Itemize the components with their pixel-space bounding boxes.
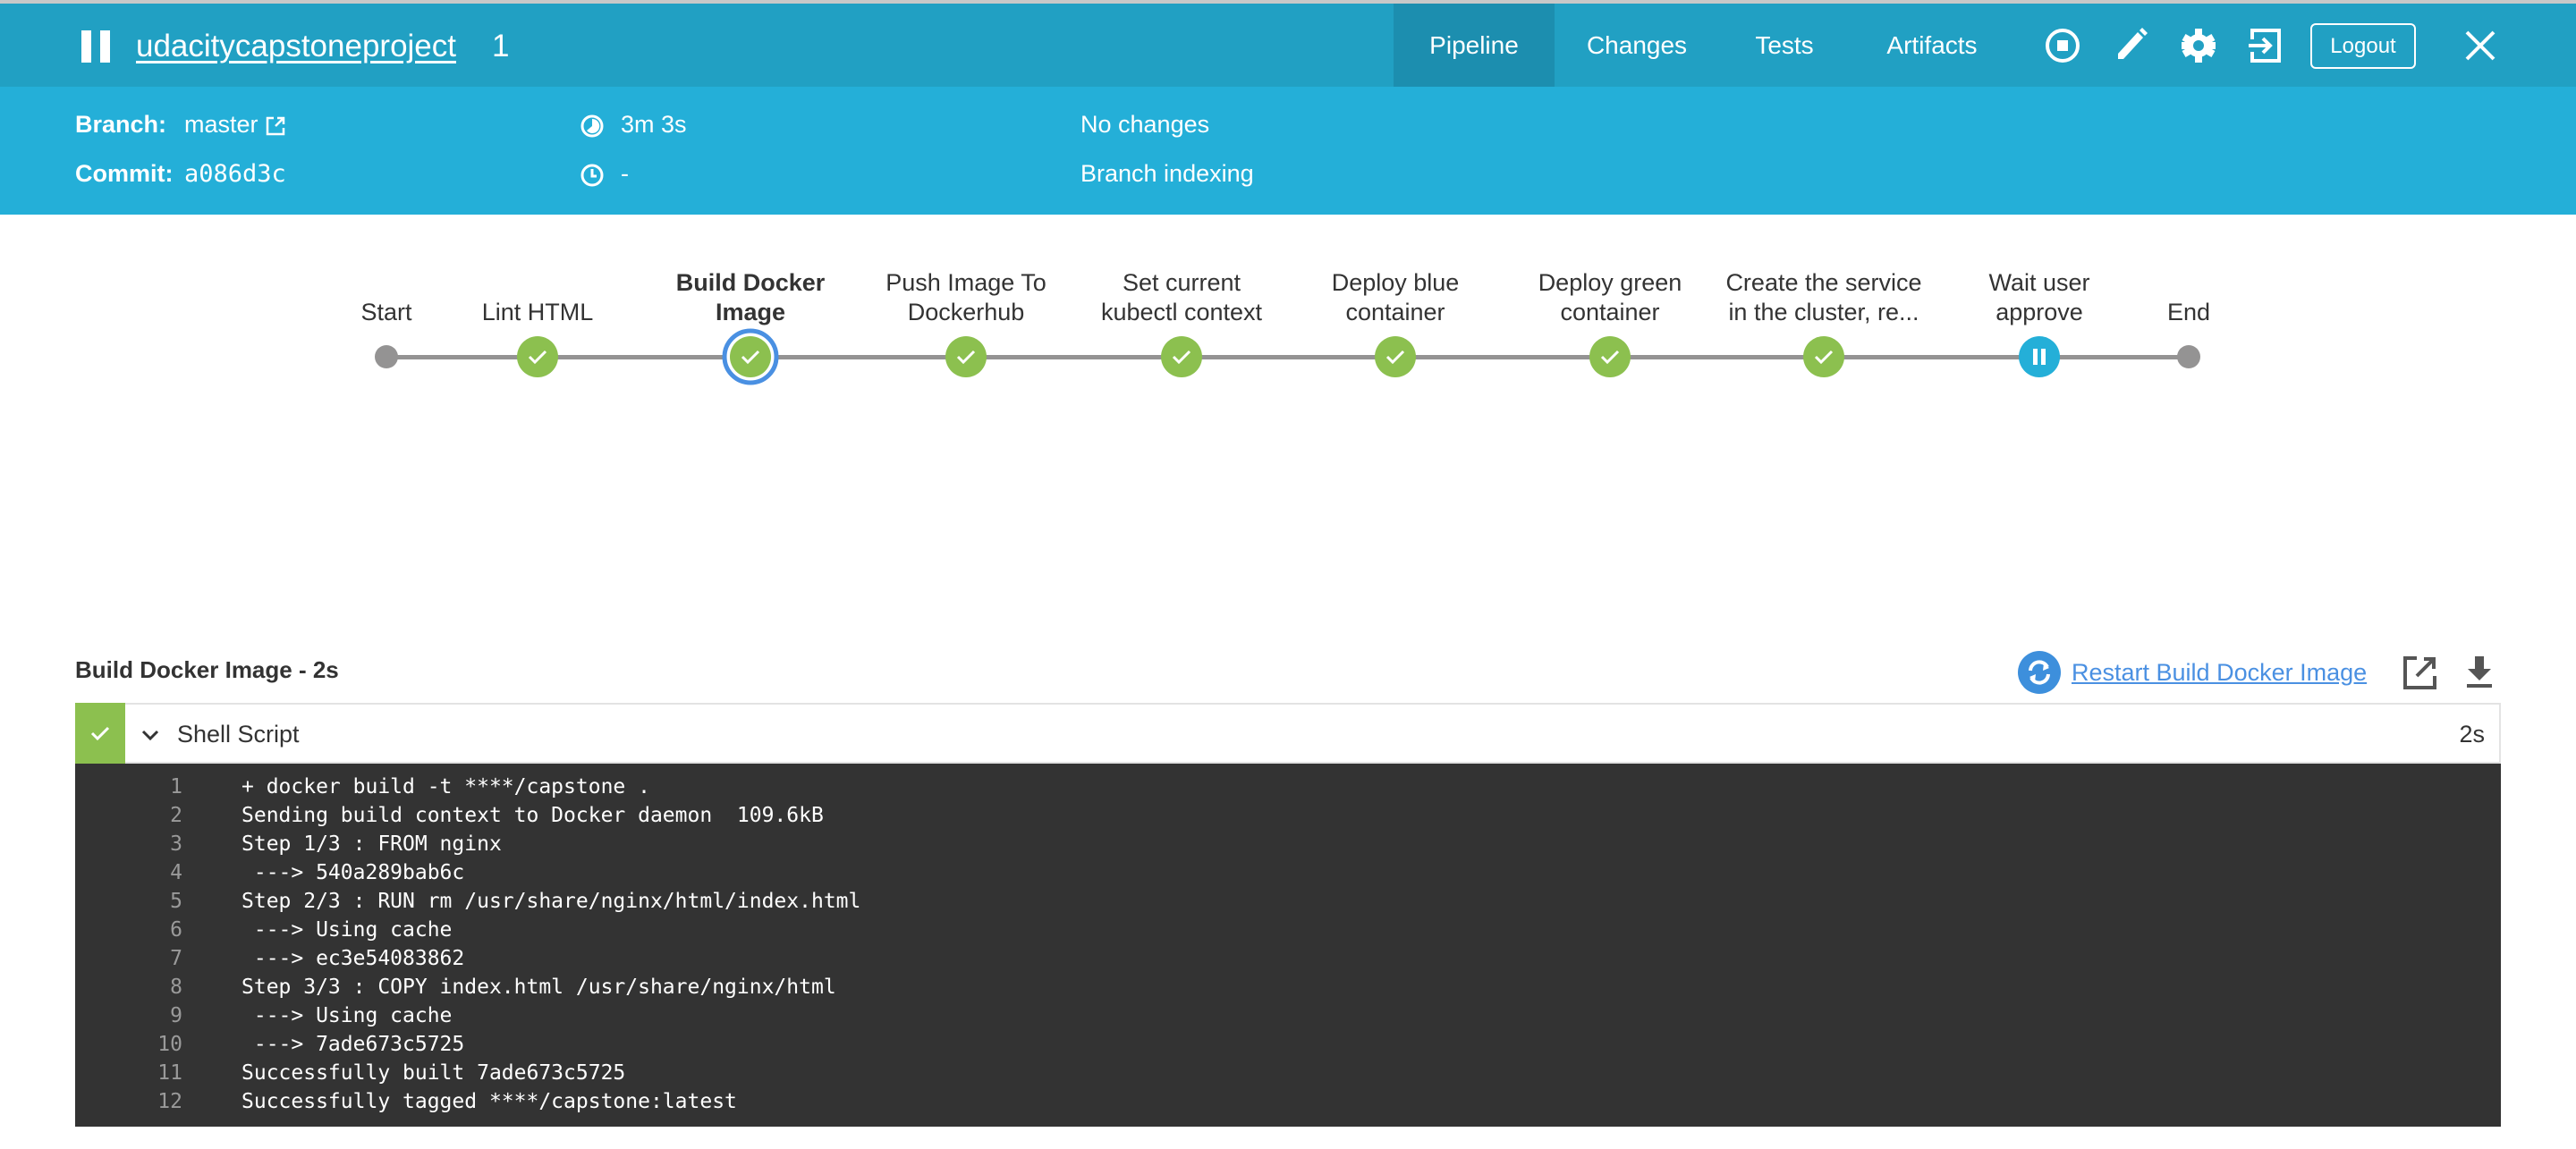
log-line-number[interactable]: 8 — [75, 973, 182, 1001]
log-line: 3 Step 1/3 : FROM nginx — [75, 830, 2501, 858]
log-line-text: Step 1/3 : FROM nginx — [242, 832, 502, 856]
log-line-text: Successfully tagged ****/capstone:latest — [242, 1090, 737, 1113]
cause-text: Branch indexing — [1080, 160, 1254, 187]
log-line-text: ---> Using cache — [242, 1004, 453, 1027]
stage-node-paused[interactable] — [2011, 328, 2068, 385]
duration-value: 3m 3s — [621, 111, 687, 138]
stage-label[interactable]: Set current kubectl context — [1065, 268, 1298, 327]
top-bar: udacitycapstoneproject 1 Pipeline Change… — [0, 0, 2576, 87]
stage-node-success[interactable] — [1795, 328, 1852, 385]
log-line-number[interactable]: 5 — [75, 887, 182, 916]
stop-icon[interactable] — [2044, 27, 2081, 64]
log-line-number[interactable]: 9 — [75, 1001, 182, 1030]
logout-button[interactable]: Logout — [2310, 23, 2416, 69]
log-line: 4 ---> 540a289bab6c — [75, 858, 2501, 887]
chevron-down-icon[interactable] — [140, 724, 161, 746]
log-line-text: Sending build context to Docker daemon 1… — [242, 804, 824, 827]
log-line: 12 Successfully tagged ****/capstone:late… — [75, 1087, 2501, 1116]
shell-script-step[interactable]: Shell Script 2s — [75, 703, 2501, 764]
log-line: 6 ---> Using cache — [75, 916, 2501, 944]
download-log-icon[interactable] — [2462, 655, 2497, 690]
log-line-number[interactable]: 10 — [75, 1030, 182, 1059]
tab-pipeline[interactable]: Pipeline — [1394, 4, 1555, 87]
stage-label[interactable]: Deploy green container — [1494, 268, 1726, 327]
log-line-number[interactable]: 6 — [75, 916, 182, 944]
log-line-text: ---> ec3e54083862 — [242, 947, 465, 970]
stage-node-success[interactable] — [937, 328, 995, 385]
clock-icon — [580, 164, 604, 187]
log-line-number[interactable]: 1 — [75, 773, 182, 801]
tab-artifacts[interactable]: Artifacts — [1869, 4, 1995, 87]
log-output: 1 + docker build -t ****/capstone . 2 Sendi… — [75, 764, 2501, 1127]
run-info-bar: Branch: master Commit: a086d3c 3m 3s - N… — [0, 87, 2576, 215]
pipeline-title-link[interactable]: udacitycapstoneproject — [136, 29, 456, 64]
log-line: 5 Step 2/3 : RUN rm /usr/share/nginx/html… — [75, 887, 2501, 916]
log-line-number[interactable]: 4 — [75, 858, 182, 887]
log-line: 9 ---> Using cache — [75, 1001, 2501, 1030]
stage-node-success[interactable] — [722, 328, 779, 385]
restart-stage[interactable]: Restart Build Docker Image — [2018, 651, 2367, 694]
stage-label[interactable]: Push Image To Dockerhub — [850, 268, 1082, 327]
log-line-number[interactable]: 2 — [75, 801, 182, 830]
run-number: 1 — [492, 29, 510, 63]
tab-changes[interactable]: Changes — [1574, 4, 1699, 87]
restart-stage-link[interactable]: Restart Build Docker Image — [2072, 659, 2367, 687]
pipeline-connector — [386, 355, 2189, 359]
settings-gear-icon[interactable] — [2180, 27, 2217, 64]
stage-node-start[interactable] — [358, 328, 415, 385]
log-line-number[interactable]: 3 — [75, 830, 182, 858]
log-line-number[interactable]: 11 — [75, 1059, 182, 1087]
log-line: 10 ---> 7ade673c5725 — [75, 1030, 2501, 1059]
step-duration: 2s — [2459, 721, 2485, 748]
stage-node-end[interactable] — [2160, 328, 2217, 385]
log-line: 7 ---> ec3e54083862 — [75, 944, 2501, 973]
duration-icon — [580, 114, 604, 138]
log-line-text: + docker build -t ****/capstone . — [242, 775, 650, 798]
log-line-text: Step 3/3 : COPY index.html /usr/share/ng… — [242, 976, 836, 999]
stage-label[interactable]: Lint HTML — [421, 298, 654, 327]
log-line-text: Successfully built 7ade673c5725 — [242, 1061, 626, 1085]
log-line-text: ---> 7ade673c5725 — [242, 1033, 465, 1056]
stage-label[interactable]: Create the service in the cluster, re... — [1707, 268, 1940, 327]
step-name: Shell Script — [177, 721, 300, 748]
tab-tests[interactable]: Tests — [1731, 4, 1838, 87]
log-line: 11 Successfully built 7ade673c5725 — [75, 1059, 2501, 1087]
step-success-badge — [75, 703, 125, 764]
branch-label: Branch: — [75, 111, 167, 138]
stage-detail-title: Build Docker Image - 2s — [75, 656, 339, 683]
stage-node-success[interactable] — [1367, 328, 1424, 385]
stage-label[interactable]: End — [2072, 298, 2305, 327]
check-icon — [90, 726, 110, 741]
open-classic-icon[interactable] — [2247, 27, 2284, 64]
branch-value: master — [184, 111, 258, 138]
stage-node-success[interactable] — [1581, 328, 1639, 385]
close-icon[interactable] — [2462, 27, 2499, 64]
external-link-icon[interactable] — [265, 115, 286, 137]
log-line-number[interactable]: 7 — [75, 944, 182, 973]
log-line: 8 Step 3/3 : COPY index.html /usr/share/n… — [75, 973, 2501, 1001]
changes-text: No changes — [1080, 111, 1210, 138]
log-line-text: Step 2/3 : RUN rm /usr/share/nginx/html/… — [242, 890, 861, 913]
log-line: 2 Sending build context to Docker daemon … — [75, 801, 2501, 830]
restart-icon[interactable] — [2018, 651, 2061, 694]
log-line-text: ---> Using cache — [242, 918, 453, 942]
stage-label[interactable]: Build Docker Image — [634, 268, 867, 327]
open-log-external-icon[interactable] — [2402, 655, 2438, 690]
commit-value: a086d3c — [184, 160, 286, 188]
log-line: 1 + docker build -t ****/capstone . — [75, 773, 2501, 801]
started-value: - — [621, 160, 629, 187]
edit-pencil-icon[interactable] — [2113, 27, 2150, 64]
log-line-number[interactable]: 12 — [75, 1087, 182, 1116]
stage-label[interactable]: Deploy blue container — [1279, 268, 1512, 327]
stage-node-success[interactable] — [509, 328, 566, 385]
pause-icon — [81, 30, 110, 63]
commit-label: Commit: — [75, 160, 174, 187]
stage-node-success[interactable] — [1153, 328, 1210, 385]
log-line-text: ---> 540a289bab6c — [242, 861, 465, 884]
